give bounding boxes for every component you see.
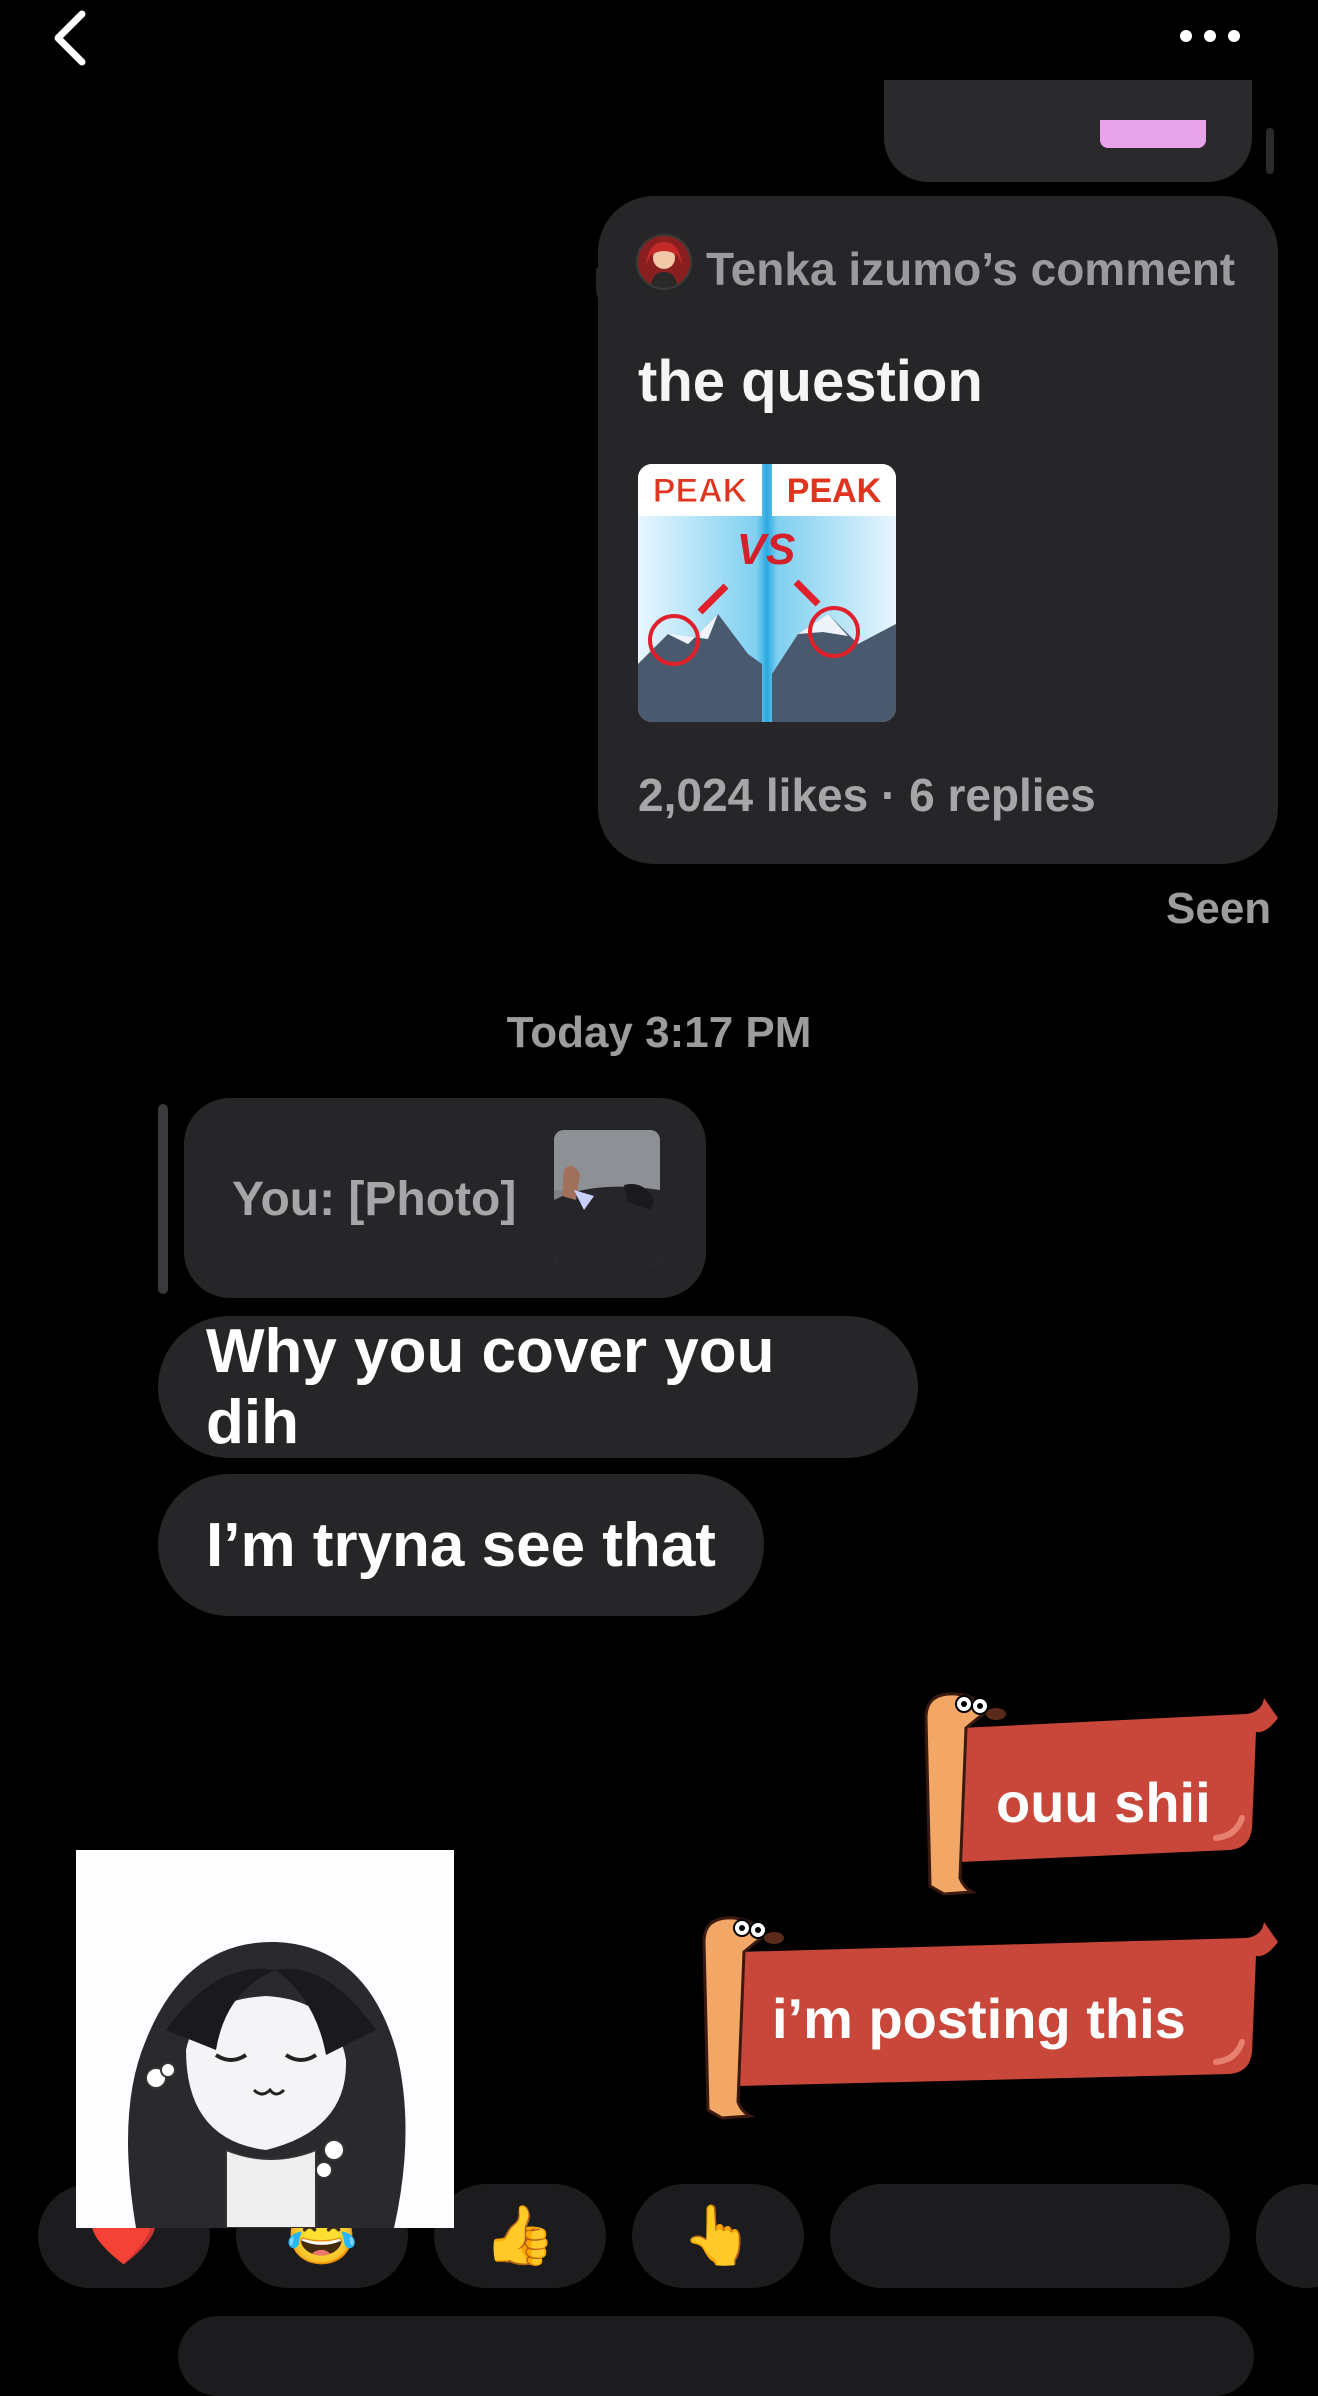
- comment-author: Tenka izumo’s comment: [706, 243, 1236, 295]
- message-text: I’m tryna see that: [206, 1510, 716, 1580]
- reaction-extra[interactable]: [1256, 2184, 1318, 2288]
- thumbnail-right-label: PEAK: [787, 472, 882, 510]
- more-horizontal-icon: [1180, 30, 1192, 42]
- anime-girl-sticker[interactable]: [76, 1850, 454, 2228]
- chevron-left-icon: [54, 10, 86, 66]
- reaction-point-up[interactable]: 👆: [632, 2184, 804, 2288]
- comment-stats: 2,024 likes · 6 replies: [638, 769, 1096, 821]
- scroll-indicator: [1266, 128, 1274, 174]
- comment-thumbnail[interactable]: PEAK PEAK VS: [638, 464, 896, 722]
- point-up-icon: 👆: [681, 2203, 755, 2268]
- sticker-text: i’m posting this: [772, 1987, 1186, 2050]
- thumbs-up-icon: 👍: [483, 2203, 557, 2268]
- sticker-text: ouu shii: [996, 1771, 1211, 1834]
- previous-message-accent: [1100, 120, 1206, 148]
- comment-text: the question: [638, 349, 983, 414]
- reaction-thumbs-up[interactable]: 👍: [434, 2184, 606, 2288]
- reply-indicator-bar: [158, 1104, 168, 1294]
- thumbnail-left-label: PEAK: [653, 472, 748, 510]
- message-bubble-incoming[interactable]: I’m tryna see that: [158, 1474, 764, 1616]
- reply-preview-text: You: [Photo]: [232, 1173, 517, 1226]
- message-text: Why you cover you dih: [206, 1317, 775, 1457]
- message-timestamp: Today 3:17 PM: [506, 1008, 812, 1057]
- thumbnail-vs: VS: [737, 525, 796, 574]
- reaction-more[interactable]: [830, 2184, 1230, 2288]
- more-options-button[interactable]: [1180, 14, 1270, 58]
- avatar: [636, 234, 692, 290]
- message-bubble-incoming[interactable]: Why you cover you dih: [158, 1316, 918, 1458]
- message-composer[interactable]: [178, 2316, 1254, 2396]
- seen-status: Seen: [1166, 884, 1272, 933]
- sticker-message[interactable]: i’m posting this: [694, 1912, 1280, 2124]
- sticker-message[interactable]: ouu shii: [916, 1688, 1280, 1900]
- reply-photo-thumbnail[interactable]: [554, 1130, 660, 1266]
- back-button[interactable]: [44, 6, 104, 66]
